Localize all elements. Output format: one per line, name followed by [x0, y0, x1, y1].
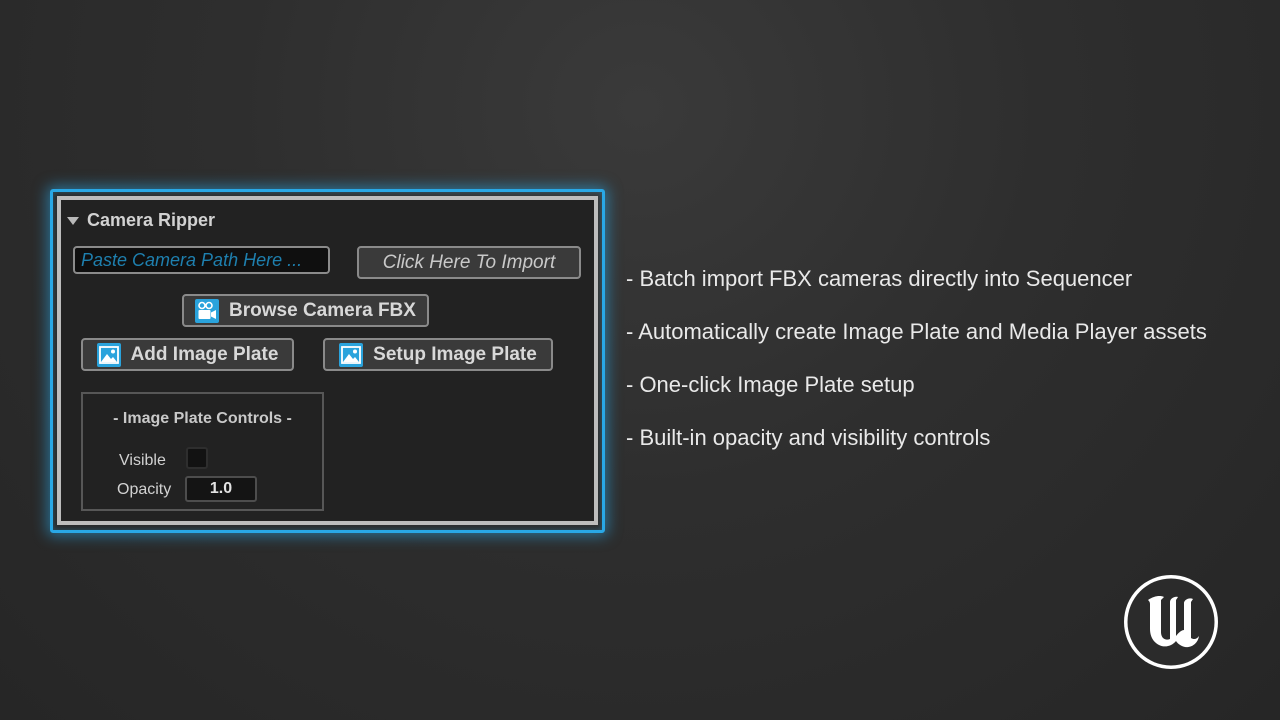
feature-item: - Built-in opacity and visibility contro…	[626, 425, 991, 450]
import-button-label: Click Here To Import	[382, 251, 556, 273]
unreal-engine-logo	[1121, 572, 1221, 672]
section-title: Camera Ripper	[87, 210, 216, 230]
browse-camera-fbx-button[interactable]: Browse Camera FBX	[182, 294, 429, 327]
opacity-field[interactable]: 1.0	[185, 476, 257, 502]
feature-item: - Automatically create Image Plate and M…	[626, 319, 1207, 344]
controls-title: - Image Plate Controls -	[113, 410, 292, 427]
add-image-plate-button[interactable]: Add Image Plate	[81, 338, 294, 371]
section-header[interactable]: Camera Ripper	[67, 210, 215, 231]
feature-item: - One-click Image Plate setup	[626, 372, 915, 397]
feature-list: - Batch import FBX cameras directly into…	[626, 264, 1207, 476]
video-camera-icon	[195, 298, 220, 323]
setup-image-plate-label: Setup Image Plate	[373, 343, 537, 365]
image-icon	[96, 342, 121, 367]
import-button[interactable]: Click Here To Import	[357, 246, 581, 279]
camera-ripper-panel-frame: Camera Ripper Click Here To Import Brows…	[50, 189, 605, 533]
setup-image-plate-button[interactable]: Setup Image Plate	[323, 338, 553, 371]
visible-checkbox[interactable]	[186, 447, 208, 469]
camera-ripper-panel: Camera Ripper Click Here To Import Brows…	[57, 196, 598, 525]
camera-path-input[interactable]	[73, 246, 330, 274]
visible-label: Visible	[119, 452, 166, 469]
add-image-plate-label: Add Image Plate	[130, 343, 279, 365]
feature-item: - Batch import FBX cameras directly into…	[626, 266, 1133, 291]
image-plate-controls: - Image Plate Controls - Visible Opacity…	[81, 392, 324, 511]
opacity-label: Opacity	[117, 481, 172, 498]
browse-button-label: Browse Camera FBX	[229, 299, 416, 321]
image-icon	[339, 342, 364, 367]
collapse-triangle-icon[interactable]	[67, 216, 79, 225]
